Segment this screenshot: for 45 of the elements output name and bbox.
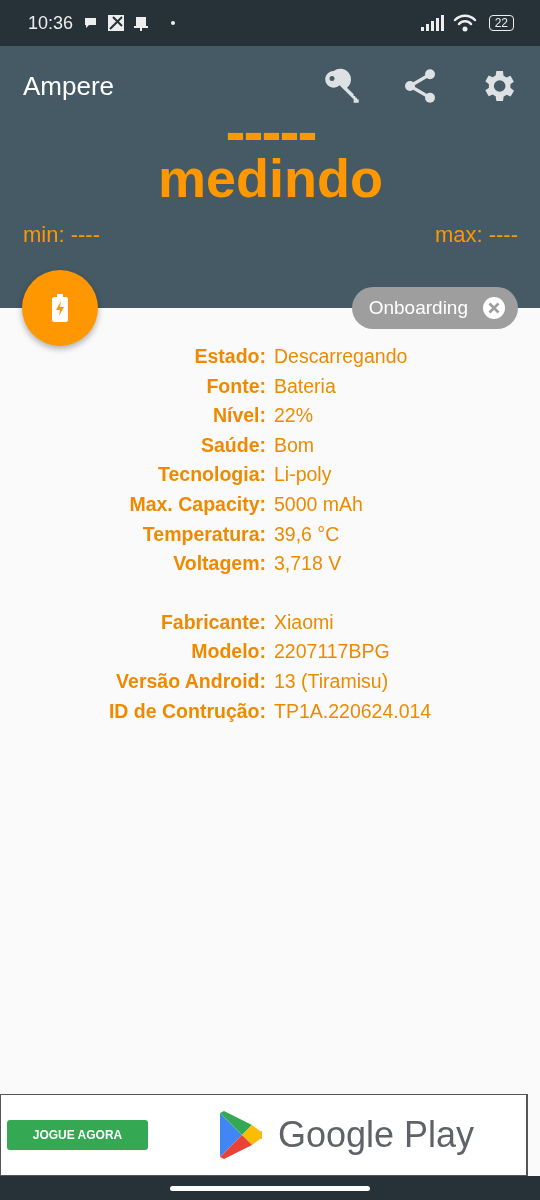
field-value: 5000 mAh: [274, 491, 364, 517]
onboarding-chip[interactable]: Onboarding: [351, 287, 518, 329]
battery-fab[interactable]: [22, 270, 98, 346]
field-label: Tecnologia:: [157, 462, 266, 488]
field-value: Xiaomi: [274, 609, 335, 635]
app-title: Ampere: [23, 70, 115, 102]
reading-label: medindo: [157, 147, 384, 210]
field-value: 3,718 V: [274, 551, 343, 577]
field-value: 2207117BPG: [274, 639, 391, 665]
field-value: 13 (Tiramisu): [274, 668, 390, 694]
field-value: 22%: [274, 403, 315, 429]
field-value: TP1A.220624.014: [274, 698, 433, 724]
field-value: Bateria: [274, 373, 337, 399]
min-reading: min: ----: [23, 222, 100, 248]
home-handle[interactable]: [170, 1185, 370, 1191]
play-now-button[interactable]: JOGUE AGORA: [7, 1120, 148, 1150]
play-store-icon: [218, 1111, 262, 1159]
field-label: Saúde:: [200, 432, 266, 458]
signal-icon: [420, 15, 445, 31]
field-label: Fabricante:: [159, 609, 266, 635]
field-value: Li-poly: [274, 462, 333, 488]
field-label: ID de Contrução:: [107, 698, 266, 724]
reading-value: -----: [225, 112, 316, 146]
field-label: Temperatura:: [141, 521, 266, 547]
key-icon[interactable]: [322, 66, 362, 106]
close-icon[interactable]: [482, 296, 506, 320]
battery-indicator: 22: [488, 15, 514, 31]
field-label: Nível:: [211, 403, 266, 429]
field-label: Estado:: [193, 344, 266, 369]
field-label: Max. Capacity:: [128, 491, 266, 517]
clock: 10:36: [28, 12, 74, 34]
max-reading: max: ----: [434, 222, 518, 248]
field-label: Modelo:: [190, 639, 266, 665]
field-value: Descarregando: [274, 344, 409, 369]
notification-dot: [171, 21, 176, 25]
store-name: Google Play: [278, 1114, 475, 1156]
field-value: Bom: [274, 432, 316, 458]
ad-banner[interactable]: JOGUE AGORA Google Play: [0, 1094, 528, 1176]
image-icon: [107, 14, 126, 32]
field-value: 39,6 °C: [274, 521, 341, 547]
field-label: Fonte:: [205, 373, 266, 399]
field-label: Versão Android:: [115, 668, 266, 694]
field-label: Voltagem:: [172, 551, 266, 577]
wifi-icon: [452, 14, 477, 32]
battery-charging-icon: [52, 294, 68, 322]
